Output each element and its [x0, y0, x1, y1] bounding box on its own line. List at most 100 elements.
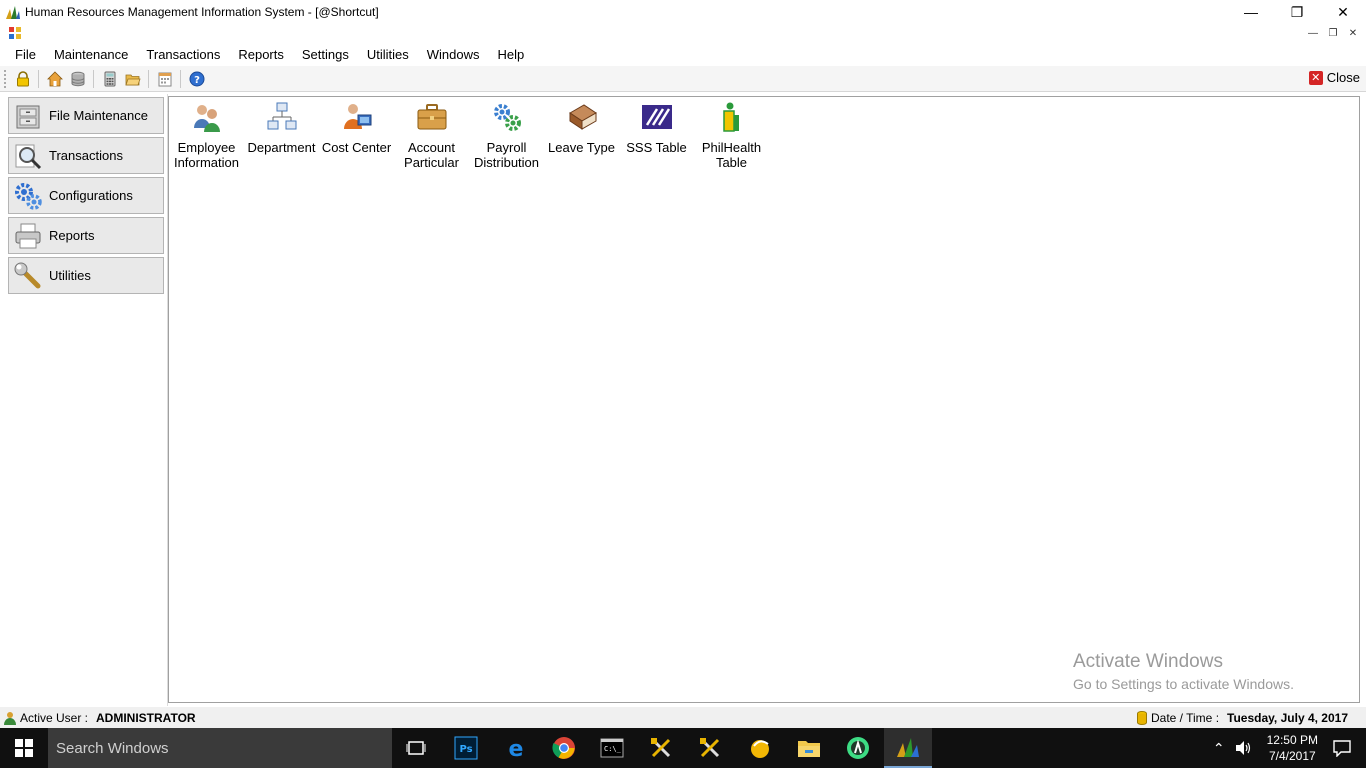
shortcut-label: Payroll: [486, 140, 527, 155]
shortcut-cost-center[interactable]: Cost Center: [319, 101, 394, 155]
restore-button[interactable]: ❐: [1274, 0, 1320, 24]
hrmis-app-icon: [897, 738, 919, 757]
shortcut-label: Leave Type: [548, 140, 615, 155]
user-icon: [4, 711, 16, 725]
open-folder-button[interactable]: [121, 68, 144, 90]
database-button[interactable]: [66, 68, 89, 90]
taskbar-chrome[interactable]: [540, 728, 588, 768]
home-icon: [46, 70, 63, 86]
close-window-button[interactable]: ✕: [1320, 0, 1366, 24]
nav-transactions[interactable]: Transactions: [8, 137, 164, 174]
open-folder-icon: [124, 74, 141, 85]
svg-text:e: e: [509, 737, 524, 760]
department-icon: [266, 101, 298, 133]
menu-bar: File Maintenance Transactions Reports Se…: [0, 42, 1366, 66]
shortcut-employee-information[interactable]: Employee Information: [169, 101, 244, 170]
menu-windows[interactable]: Windows: [418, 47, 489, 62]
file-cabinet-icon: [12, 100, 44, 132]
menu-reports[interactable]: Reports: [229, 47, 293, 62]
home-button[interactable]: [43, 68, 66, 90]
menu-utilities[interactable]: Utilities: [358, 47, 418, 62]
volume-icon[interactable]: [1235, 740, 1253, 756]
shortcut-sss-table[interactable]: SSS Table: [619, 101, 694, 155]
toolbar-separator: [93, 69, 94, 88]
taskbar-tools-2[interactable]: [686, 728, 734, 768]
taskbar-app-yellow[interactable]: [736, 728, 784, 768]
sss-logo-icon: [641, 101, 673, 133]
nav-utilities[interactable]: Utilities: [8, 257, 164, 294]
active-user-label: Active User :: [20, 710, 89, 725]
close-form-button[interactable]: ✕ Close: [1308, 70, 1360, 85]
gears-icon: [12, 180, 44, 212]
nav-file-maintenance[interactable]: File Maintenance: [8, 97, 164, 134]
left-nav-panel: File Maintenance Transactions Configurat…: [2, 94, 168, 706]
menu-transactions[interactable]: Transactions: [137, 47, 229, 62]
android-studio-icon: [847, 737, 869, 759]
taskbar-tools-1[interactable]: [637, 728, 685, 768]
shortcut-leave-type[interactable]: Leave Type: [544, 101, 619, 155]
shortcut-label: Distribution: [473, 155, 540, 170]
watermark-title: Activate Windows: [1073, 651, 1223, 672]
chrome-icon: [552, 737, 575, 759]
chevron-up-icon[interactable]: ⌃: [1213, 740, 1225, 757]
datetime-value: Tuesday, July 4, 2017: [1227, 710, 1348, 725]
shortcut-payroll-distribution[interactable]: Payroll Distribution: [469, 101, 544, 170]
yellow-app-icon: [751, 740, 769, 758]
nav-label: Reports: [49, 228, 95, 243]
payroll-gears-icon: [491, 101, 523, 133]
folder-icon: [798, 741, 820, 757]
toolbar-grip: [4, 69, 7, 88]
taskbar-command-prompt[interactable]: C:\_: [588, 728, 636, 768]
menu-settings[interactable]: Settings: [293, 47, 358, 62]
window-title: Human Resources Management Information S…: [25, 5, 379, 19]
calendar-button[interactable]: [153, 68, 176, 90]
task-view-button[interactable]: [392, 728, 440, 768]
taskbar-clock[interactable]: 12:50 PM 7/4/2017: [1267, 732, 1318, 764]
calculator-button[interactable]: [98, 68, 121, 90]
mdi-minimize-button[interactable]: —: [1304, 25, 1322, 41]
clock-date: 7/4/2017: [1268, 749, 1316, 763]
taskbar-edge[interactable]: e: [492, 728, 540, 768]
menu-file[interactable]: File: [6, 47, 45, 62]
svg-text:Ps: Ps: [459, 744, 472, 755]
help-button[interactable]: ?: [185, 68, 208, 90]
book-icon: [566, 101, 598, 133]
active-user-value: ADMINISTRATOR: [96, 710, 196, 725]
nav-configurations[interactable]: Configurations: [8, 177, 164, 214]
cost-center-icon: [341, 101, 373, 133]
action-center-icon[interactable]: [1332, 739, 1352, 757]
toolbar-separator: [38, 69, 39, 88]
toolbar-separator: [148, 69, 149, 88]
taskbar-file-explorer[interactable]: [785, 728, 833, 768]
title-bar: Human Resources Management Information S…: [0, 0, 1366, 24]
nav-reports[interactable]: Reports: [8, 217, 164, 254]
shortcut-label: Account: [408, 140, 455, 155]
help-icon: ?: [189, 71, 204, 86]
magnifier-icon: [12, 140, 44, 172]
taskbar-search-box[interactable]: Search Windows: [48, 728, 392, 768]
shortcut-label: Cost Center: [321, 140, 392, 155]
shortcut-account-particular[interactable]: Account Particular: [394, 101, 469, 170]
taskbar-android-studio[interactable]: [834, 728, 882, 768]
mdi-restore-button[interactable]: ❐: [1324, 25, 1342, 41]
shortcut-philhealth-table[interactable]: PhilHealth Table: [694, 101, 769, 170]
taskbar-hrmis-app[interactable]: [884, 728, 932, 768]
lock-button[interactable]: [11, 68, 34, 90]
wrench-icon: [12, 260, 44, 292]
nav-label: Configurations: [49, 188, 133, 203]
lock-icon: [16, 70, 29, 86]
minimize-button[interactable]: —: [1228, 0, 1274, 24]
start-button[interactable]: [0, 728, 48, 768]
svg-text:?: ?: [194, 75, 200, 86]
mdi-close-button[interactable]: ✕: [1344, 25, 1362, 41]
close-icon: ✕: [1308, 70, 1323, 85]
menu-maintenance[interactable]: Maintenance: [45, 47, 137, 62]
nav-label: Transactions: [49, 148, 123, 163]
taskbar-photoshop[interactable]: Ps: [442, 728, 490, 768]
menu-help[interactable]: Help: [489, 47, 534, 62]
watermark-subtitle: Go to Settings to activate Windows.: [1073, 676, 1294, 692]
shortcut-label: Information: [173, 155, 240, 170]
mdi-form-icon[interactable]: [8, 26, 22, 40]
shortcut-department[interactable]: Department: [244, 101, 319, 155]
terminal-icon: C:\_: [600, 738, 624, 758]
